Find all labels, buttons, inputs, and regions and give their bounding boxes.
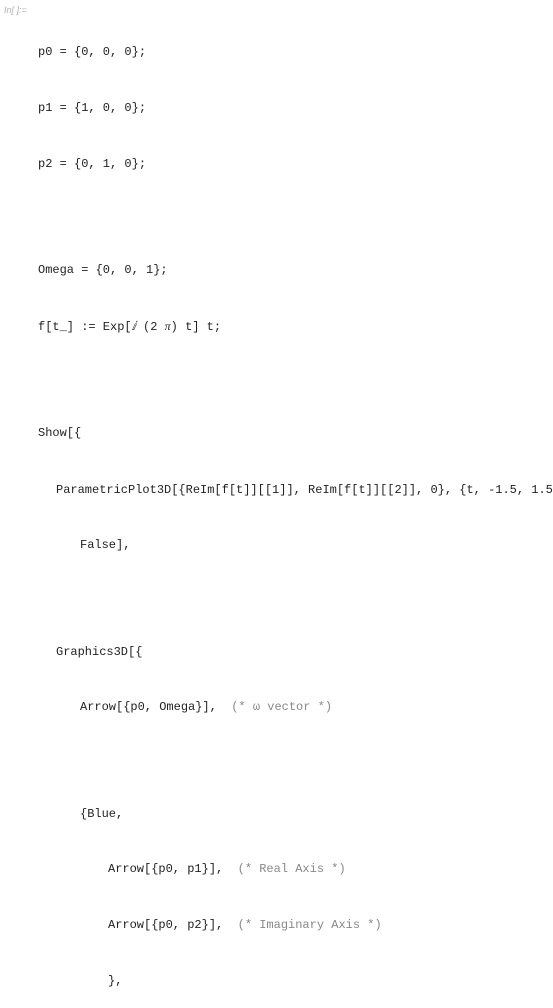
code-line: [38, 211, 545, 224]
code-line: p1 = {1, 0, 0};: [38, 99, 545, 118]
code-line: Arrow[{p0, p1}], (* Real Axis *): [38, 860, 545, 879]
code-line: ParametricPlot3D[{ReIm[f[t]][[1]], ReIm[…: [38, 480, 545, 500]
code-line: [38, 373, 545, 386]
code-line: p0 = {0, 0, 0};: [38, 43, 545, 62]
code-line: },: [38, 972, 545, 991]
code-block: p0 = {0, 0, 0}; p1 = {1, 0, 0}; p2 = {0,…: [38, 6, 545, 1008]
code-comment: (* ω vector *): [231, 700, 332, 714]
code-line: Omega = {0, 0, 1};: [38, 261, 545, 280]
code-text: (2: [136, 320, 165, 334]
code-line: Show[{: [38, 424, 545, 443]
code-text: Arrow[{p0, p2}],: [108, 918, 238, 932]
code-line: Arrow[{p0, p2}], (* Imaginary Axis *): [38, 916, 545, 935]
code-text: f[t_] := Exp[: [38, 320, 132, 334]
code-text: ) t] t;: [171, 320, 221, 334]
code-line: p2 = {0, 1, 0};: [38, 155, 545, 174]
code-line: {Blue,: [38, 805, 545, 824]
code-line: Graphics3D[{: [38, 643, 545, 662]
notebook-cell: In[ ]:= p0 = {0, 0, 0}; p1 = {1, 0, 0}; …: [0, 0, 553, 504]
code-line: Arrow[{p0, Omega}], (* ω vector *): [38, 698, 545, 717]
code-line: [38, 754, 545, 767]
code-text: Arrow[{p0, p1}],: [108, 862, 238, 876]
code-line: f[t_] := Exp[ⅈ (2 π) t] t;: [38, 317, 545, 337]
code-line: [38, 592, 545, 605]
code-comment: (* Imaginary Axis *): [238, 918, 382, 932]
code-line: False],: [38, 536, 545, 555]
code-comment: (* Real Axis *): [238, 862, 346, 876]
cell-input-label: In[ ]:=: [4, 4, 27, 18]
code-text: Arrow[{p0, Omega}],: [80, 700, 231, 714]
code-text: ParametricPlot3D[{ReIm[f[t]][[1]], ReIm[…: [56, 483, 553, 497]
